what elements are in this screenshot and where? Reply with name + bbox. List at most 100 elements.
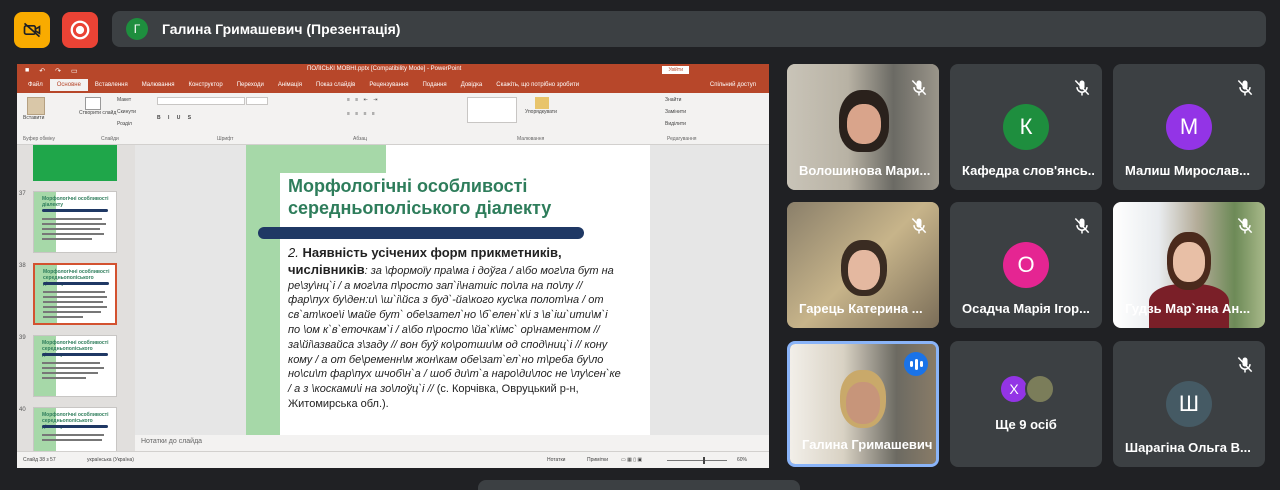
list-buttons-icon[interactable]: ≡ ≡ ⇤ ⇥ bbox=[347, 97, 379, 103]
record-icon bbox=[70, 20, 90, 40]
participant-name: Шарагіна Ольга В... bbox=[1125, 440, 1251, 455]
view-buttons-icon[interactable]: ▭ ▦ ▯ ▣ bbox=[621, 457, 642, 463]
slide-dialect-example: : за \формоїу пра\ма і доўга / а\бо мог\… bbox=[288, 264, 621, 396]
slide-title: Морфологічні особливості середньополіськ… bbox=[288, 175, 638, 219]
font-style-buttons[interactable]: B I U S bbox=[157, 115, 268, 121]
camera-off-button[interactable] bbox=[14, 12, 50, 48]
ribbon-paragraph-group: ≡ ≡ ⇤ ⇥ ≡ ≡ ≡ ≡ bbox=[347, 97, 379, 117]
shared-screen-powerpoint: ■ ↶ ↷ ▭ ПОЛІСЬКІ МОВНІ.pptx [Compatibili… bbox=[17, 64, 769, 468]
new-slide-button[interactable]: Створити слайд bbox=[79, 110, 116, 116]
speaking-indicator-icon bbox=[904, 352, 928, 376]
notes-toggle[interactable]: Нотатки bbox=[547, 457, 565, 463]
current-slide[interactable]: Морфологічні особливості середньополіськ… bbox=[246, 145, 650, 435]
language-indicator[interactable]: українська (Україна) bbox=[87, 457, 134, 463]
font-name-field[interactable] bbox=[157, 97, 245, 105]
slide-thumbnail[interactable]: Морфологічні особливості середньополіськ… bbox=[33, 335, 117, 397]
select-button[interactable]: Виділити bbox=[665, 121, 686, 127]
meeting-top-bar: Г Галина Гримашевич (Презентація) bbox=[0, 0, 1280, 58]
arrange-button[interactable]: Упорядкувати bbox=[525, 109, 557, 115]
participant-tile[interactable]: Волошинова Мари... bbox=[787, 64, 939, 190]
participant-tile-active-speaker[interactable]: Галина Гримашевич bbox=[787, 341, 939, 467]
font-size-field[interactable] bbox=[246, 97, 269, 105]
presenter-label: Галина Гримашевич (Презентація) bbox=[162, 21, 401, 37]
participant-tile[interactable]: Ш Шарагіна Ольга В... bbox=[1113, 341, 1265, 467]
align-buttons-icon[interactable]: ≡ ≡ ≡ ≡ bbox=[347, 111, 379, 117]
shapes-gallery[interactable] bbox=[467, 97, 517, 123]
participant-tile[interactable]: М Малиш Мирослав... bbox=[1113, 64, 1265, 190]
find-button[interactable]: Знайти bbox=[665, 97, 686, 103]
ppt-tab-draw[interactable]: Малювання bbox=[135, 79, 182, 91]
participant-tile[interactable]: О Осадча Марія Ігор... bbox=[950, 202, 1102, 328]
slides-label: Слайди bbox=[101, 136, 119, 142]
record-button[interactable] bbox=[62, 12, 98, 48]
ribbon-clipboard-group: Вставити bbox=[23, 97, 45, 121]
others-tile[interactable]: Х Ще 9 осіб bbox=[950, 341, 1102, 467]
ppt-ribbon: Вставити Створити слайд Макет Скинути Ро… bbox=[17, 93, 769, 145]
zoom-slider-handle[interactable] bbox=[703, 457, 705, 464]
ppt-tab-animations[interactable]: Анімація bbox=[271, 79, 309, 91]
participant-name: Гарець Катерина ... bbox=[799, 301, 923, 316]
ppt-doc-title: ПОЛІСЬКІ МОВНІ.pptx [Compatibility Mode]… bbox=[307, 66, 462, 72]
slide-point-number: 2. bbox=[288, 245, 299, 260]
ppt-tab-home[interactable]: Основне bbox=[49, 79, 88, 91]
participant-name: Осадча Марія Ігор... bbox=[962, 301, 1090, 316]
arrange-icon[interactable] bbox=[535, 97, 549, 109]
participant-video-face bbox=[847, 104, 881, 144]
reset-button[interactable]: Скинути bbox=[117, 109, 136, 115]
thumbnail-previous-partial[interactable] bbox=[33, 145, 117, 181]
ppt-share-button[interactable]: Спільний доступ bbox=[703, 79, 763, 91]
replace-button[interactable]: Замінити bbox=[665, 109, 686, 115]
ppt-tab-slideshow[interactable]: Показ слайдів bbox=[309, 79, 362, 91]
slide-editing-area[interactable]: Морфологічні особливості середньополіськ… bbox=[135, 145, 769, 451]
new-slide-icon[interactable] bbox=[85, 97, 101, 110]
participant-name: Гудзь Мар`яна Ан... bbox=[1125, 301, 1251, 316]
drawing-label: Малювання bbox=[517, 136, 545, 142]
paste-icon[interactable] bbox=[27, 97, 45, 115]
ppt-tab-help[interactable]: Довідка bbox=[454, 79, 490, 91]
others-avatar-stack: Х bbox=[999, 374, 1057, 404]
participant-name: Волошинова Мари... bbox=[799, 163, 931, 178]
layout-button[interactable]: Макет bbox=[117, 97, 136, 103]
slide-notes-placeholder[interactable]: Нотатки до слайда bbox=[135, 435, 769, 451]
participant-tile[interactable]: К Кафедра слов'янсь... bbox=[950, 64, 1102, 190]
slide-thumbnail[interactable]: Морфологічні особливості діалекту bbox=[33, 191, 117, 253]
participant-avatar: О bbox=[1003, 242, 1049, 288]
ppt-tab-review[interactable]: Рецензування bbox=[362, 79, 415, 91]
ppt-tab-file[interactable]: Файл bbox=[21, 79, 50, 91]
ppt-tab-view[interactable]: Подання bbox=[415, 79, 453, 91]
slide-thumbnail-pane[interactable]: 37 Морфологічні особливості діалекту 38 … bbox=[17, 145, 135, 468]
section-button[interactable]: Розділ bbox=[117, 121, 136, 127]
mic-off-icon bbox=[1237, 356, 1253, 373]
participant-tile[interactable]: Гарець Катерина ... bbox=[787, 202, 939, 328]
slide-body-text: 2. Наявність усічених форм прикметників,… bbox=[288, 245, 622, 412]
ppt-tell-me-search[interactable]: Скажіть, що потрібно зробити bbox=[489, 79, 586, 91]
participant-tile[interactable]: Гудзь Мар`яна Ан... bbox=[1113, 202, 1265, 328]
save-icon[interactable]: ■ bbox=[25, 67, 29, 75]
ribbon-slides-group: Створити слайд bbox=[79, 97, 116, 116]
presenter-banner[interactable]: Г Галина Гримашевич (Презентація) bbox=[112, 11, 1266, 47]
slide-thumbnail[interactable]: Морфологічні особливості середньополіськ… bbox=[33, 263, 117, 325]
zoom-slider[interactable] bbox=[667, 460, 727, 461]
thumbnail-number: 37 bbox=[19, 191, 26, 197]
participant-avatar-photo bbox=[1025, 374, 1055, 404]
paste-button[interactable]: Вставити bbox=[23, 115, 45, 121]
redo-icon[interactable]: ↷ bbox=[55, 67, 61, 75]
ppt-tab-transitions[interactable]: Переходи bbox=[230, 79, 271, 91]
font-label: Шрифт bbox=[217, 136, 234, 142]
zoom-level[interactable]: 60% bbox=[737, 457, 747, 463]
undo-icon[interactable]: ↶ bbox=[39, 67, 45, 75]
present-icon[interactable]: ▭ bbox=[71, 67, 78, 75]
mic-off-icon bbox=[911, 217, 927, 234]
ppt-sign-in-button[interactable]: Увійти bbox=[662, 66, 689, 74]
participant-video-face bbox=[848, 250, 880, 290]
ppt-tab-design[interactable]: Конструктор bbox=[181, 79, 229, 91]
participant-video-face bbox=[1173, 242, 1205, 282]
participant-video-face bbox=[846, 382, 880, 424]
slide-green-band bbox=[246, 145, 280, 435]
mic-off-icon bbox=[1237, 79, 1253, 96]
bottom-toolbar-edge[interactable] bbox=[478, 480, 800, 490]
slide-green-corner bbox=[280, 145, 386, 173]
ppt-tab-insert[interactable]: Вставлення bbox=[88, 79, 135, 91]
comments-toggle[interactable]: Примітки bbox=[587, 457, 608, 463]
mic-off-icon bbox=[1074, 217, 1090, 234]
